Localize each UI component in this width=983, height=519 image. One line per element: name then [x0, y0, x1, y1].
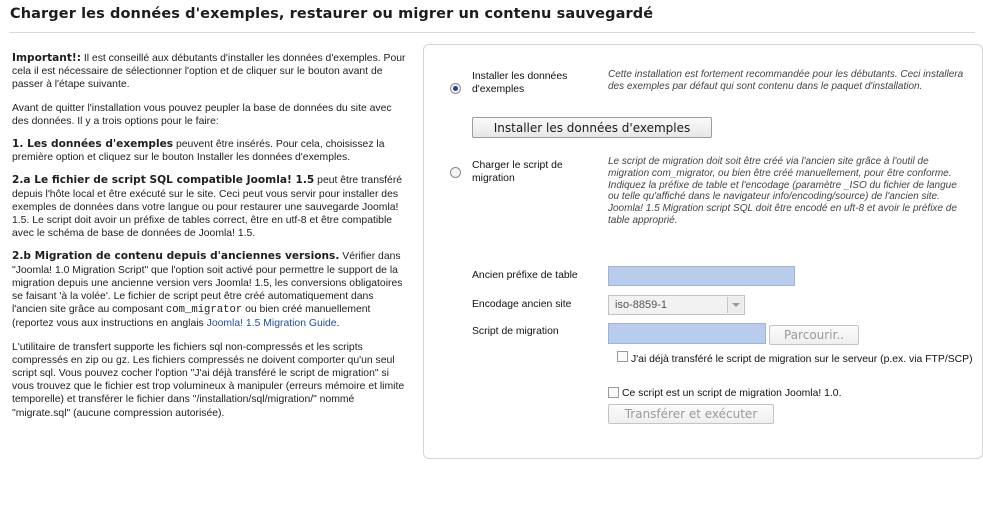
component-code: com_migrator [165, 304, 243, 317]
migration-script-description: Le script de migration doit soit être cr… [608, 156, 957, 226]
intro-paragraph-sql-script: 2.a Le fichier de script SQL compatible … [12, 174, 403, 240]
intro-paragraph-important: Important!: Il est conseillé aux débutan… [12, 52, 406, 91]
instructions-column: Important!: Il est conseillé aux débutan… [12, 52, 410, 430]
intro-paragraph-upload-utility: L'utilitaire de transfert supporte les f… [12, 341, 405, 419]
table-prefix-input[interactable] [608, 266, 795, 286]
migration-script-file-input[interactable] [608, 323, 766, 344]
install-sample-data-button[interactable]: Installer les données d'exemples [472, 117, 712, 138]
joomla10-script-label: Ce script est un script de migration Joo… [622, 388, 842, 399]
sample-data-radio[interactable] [450, 83, 461, 94]
page-header: Charger les données d'exemples, restaure… [10, 6, 975, 33]
encoding-selected-value: iso-8859-1 [615, 299, 667, 311]
sample-data-description: Cette installation est fortement recomma… [608, 69, 964, 92]
sample-data-label: Installer les données d'exemples [472, 71, 568, 95]
encoding-label: Encodage ancien site [472, 299, 572, 310]
already-uploaded-label: J'ai déjà transféré le script de migrati… [631, 354, 973, 365]
table-prefix-label: Ancien préfixe de table [472, 270, 578, 281]
encoding-select[interactable]: iso-8859-1 [608, 295, 745, 315]
page-title: Charger les données d'exemples, restaure… [10, 6, 654, 22]
options-panel: Installer les données d'exemples Cette i… [423, 44, 983, 459]
migration-script-radio[interactable] [450, 167, 461, 178]
migration-guide-link[interactable]: Joomla! 1.5 Migration Guide [207, 318, 337, 329]
intro-paragraph-sample-data: 1. Les données d'exemples peuvent être i… [12, 138, 385, 164]
chevron-down-icon[interactable] [727, 297, 743, 313]
migration-script-field-label: Script de migration [472, 326, 559, 337]
browse-button[interactable]: Parcourir.. [769, 325, 859, 345]
joomla10-script-checkbox[interactable] [608, 387, 619, 398]
intro-paragraph-options: Avant de quitter l'installation vous pou… [12, 102, 392, 127]
upload-execute-button[interactable]: Transférer et exécuter [608, 404, 774, 424]
intro-paragraph-migration: 2.b Migration de contenu depuis d'ancien… [12, 250, 403, 330]
migration-script-label: Charger le script de migration [472, 160, 563, 184]
